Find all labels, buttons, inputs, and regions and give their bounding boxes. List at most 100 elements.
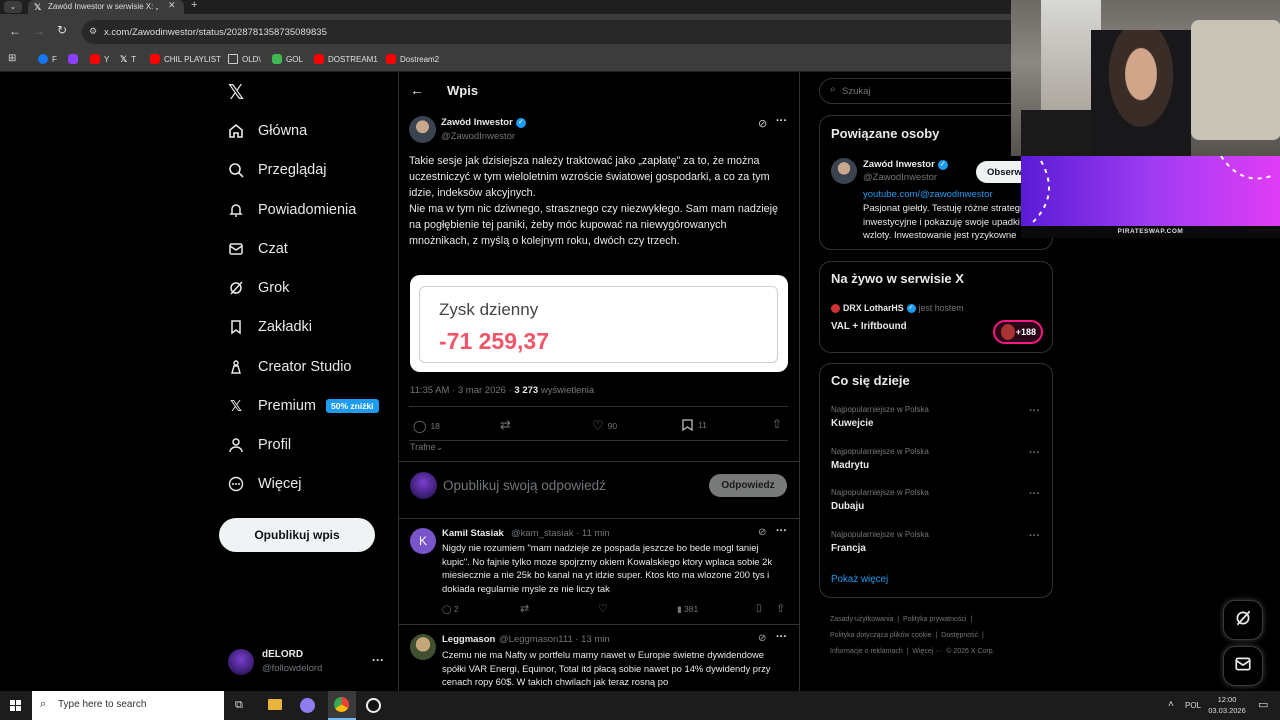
author-name[interactable]: Zawód Inwestor ✓ [441, 117, 526, 128]
back-arrow-icon[interactable]: ← [410, 82, 424, 98]
like-action[interactable]: ♡ 90 [592, 418, 617, 434]
live-listeners-badge[interactable]: +188 [993, 320, 1043, 344]
taskbar-search[interactable]: ⌕ Type here to search [32, 691, 224, 720]
more-dots-icon[interactable]: ··· [1029, 488, 1040, 500]
language-indicator[interactable]: POL [1185, 701, 1201, 710]
reply-action[interactable]: ◯ 18 [413, 419, 440, 433]
footer-link[interactable]: Polityka dotycząca plików cookie [830, 632, 932, 639]
trend-item[interactable]: Najpopularniejsze w Polska Francja ··· [820, 529, 1052, 563]
task-view-icon[interactable]: ⧉ [235, 699, 243, 712]
more-dots-icon[interactable]: ··· [776, 115, 787, 127]
repost-icon[interactable]: ⇄ [520, 602, 529, 615]
x-logo-icon[interactable]: 𝕏 [228, 80, 244, 105]
back-arrow-icon[interactable]: ← [9, 24, 21, 38]
tray-chevron-icon[interactable]: ˄ [1168, 699, 1174, 710]
more-dots-icon[interactable]: ··· [776, 631, 787, 643]
nav-more[interactable]: Więcej [228, 476, 302, 492]
account-switcher[interactable]: dELORD @followdelord ··· [228, 647, 388, 677]
bookmark-old[interactable]: OLD\ [228, 54, 261, 64]
bookmark-twitch[interactable] [68, 54, 78, 64]
reload-icon[interactable]: ↻ [57, 23, 67, 37]
more-dots-icon[interactable]: ··· [776, 525, 787, 537]
comment-avatar[interactable]: K [410, 528, 436, 554]
footer-link[interactable]: Polityka prywatności [903, 616, 966, 623]
nav-chat[interactable]: Czat [228, 241, 288, 257]
url-bar[interactable]: ⚙ x.com/Zawodinwestor/status/20287813587… [82, 20, 1022, 44]
tab-close-icon[interactable]: ✕ [168, 0, 176, 11]
footer-link[interactable]: Więcej ··· [912, 648, 942, 655]
footer-link[interactable]: Zasady użytkowania [830, 616, 893, 623]
nav-profile[interactable]: Profil [228, 437, 291, 453]
footer-link[interactable]: Informacje o reklamach [830, 648, 903, 655]
share-icon[interactable]: ⇧ [776, 602, 785, 615]
nav-grok[interactable]: Grok [228, 280, 289, 296]
comment-item[interactable]: K Kamil Stasiak @kam_stasiak · 11 min ⊘ … [399, 519, 799, 623]
nav-explore[interactable]: Przeglądaj [228, 162, 327, 178]
bookmark-dostream1[interactable]: DOSTREAM1 [314, 54, 378, 64]
grok-icon [228, 280, 244, 296]
more-dots-icon[interactable]: ··· [1029, 405, 1040, 417]
trend-item[interactable]: Najpopularniejsze w Polska Dubaju ··· [820, 487, 1052, 521]
messages-float-button[interactable] [1223, 646, 1263, 686]
bookmark-y[interactable]: Y [90, 54, 109, 64]
bookmark-gol[interactable]: GOL [272, 54, 303, 64]
site-info-icon[interactable]: ⚙ [89, 26, 97, 37]
heart-icon[interactable]: ♡ [598, 602, 608, 615]
browser-tab-active[interactable]: 𝕏 Zawód Inwestor w serwisie X: „ [28, 0, 184, 14]
nav-notifications[interactable]: Powiadomienia [228, 202, 356, 218]
nav-creator-studio[interactable]: Creator Studio [228, 359, 352, 375]
live-space-title[interactable]: VAL + Iriftbound [831, 321, 907, 332]
bookmark-icon[interactable]: ▯ [756, 603, 762, 614]
author-avatar[interactable] [409, 116, 436, 143]
reply-button[interactable]: Odpowiedz [709, 474, 787, 497]
app-icon[interactable] [366, 698, 381, 713]
new-tab-button[interactable]: + [191, 0, 197, 11]
comment-author[interactable]: Leggmason [442, 634, 495, 645]
file-explorer-icon[interactable] [268, 699, 282, 710]
post-button[interactable]: Opublikuj wpis [219, 518, 375, 552]
forward-arrow-icon[interactable]: → [33, 24, 45, 38]
grok-float-button[interactable] [1223, 600, 1263, 640]
post-image[interactable]: Zysk dzienny -71 259,37 [410, 275, 788, 372]
views-action[interactable]: ▮ 381 [677, 604, 698, 615]
comment-author[interactable]: Kamil Stasiak [442, 528, 504, 539]
related-avatar[interactable] [831, 158, 857, 184]
show-more-link[interactable]: Pokaż więcej [831, 574, 888, 585]
share-icon[interactable]: ⇧ [772, 417, 782, 431]
live-host-row[interactable]: DRX LotharHS ✓ jest hostem [831, 303, 964, 313]
grok-icon[interactable]: ⊘ [758, 633, 766, 644]
bookmark-chil-playlist[interactable]: CHIL PLAYLIST [150, 54, 221, 64]
nav-bookmarks[interactable]: Zakładki [228, 319, 312, 335]
apps-grid-icon[interactable]: ⊞ [8, 53, 16, 64]
trend-item[interactable]: Najpopularniejsze w Polska Kuwejcie ··· [820, 403, 1052, 437]
grok-icon[interactable]: ⊘ [758, 527, 766, 538]
repost-icon[interactable]: ⇄ [500, 417, 511, 433]
more-dots-icon[interactable]: ··· [1029, 530, 1040, 542]
more-dots-icon[interactable]: ··· [372, 653, 384, 667]
trend-item[interactable]: Najpopularniejsze w Polska Madrytu ··· [820, 445, 1052, 479]
nav-premium[interactable]: 𝕏 Premium 50% zniżki [228, 398, 379, 415]
sort-dropdown[interactable]: Trafne⌄ [410, 442, 443, 453]
windows-start-icon[interactable] [10, 700, 21, 711]
author-handle[interactable]: @ZawodInwestor [441, 131, 515, 142]
bookmark-f[interactable]: F [38, 54, 57, 64]
bookmark-t[interactable]: 𝕏T [120, 54, 136, 65]
related-link[interactable]: youtube.com/@zawodinwestor [863, 189, 993, 200]
reply-input[interactable]: Opublikuj swoją odpowiedź [443, 478, 606, 493]
twitch-icon [68, 54, 78, 64]
tab-search-button[interactable]: ⌄ [4, 1, 22, 13]
notifications-icon[interactable]: ▭ [1258, 698, 1268, 711]
related-name[interactable]: Zawód Inwestor ✓ [863, 159, 948, 170]
footer-link[interactable]: Dostępność [941, 632, 978, 639]
comment-avatar[interactable] [410, 634, 436, 660]
nav-home[interactable]: Główna [228, 123, 307, 139]
chrome-icon[interactable] [328, 691, 356, 720]
more-dots-icon[interactable]: ··· [1029, 447, 1040, 459]
reply-action[interactable]: ◯ 2 [442, 604, 459, 615]
comment-item[interactable]: Leggmason @Leggmason111 · 13 min ⊘ ··· C… [399, 625, 799, 691]
grok-icon[interactable]: ⊘ [758, 117, 767, 130]
bookmark-action[interactable]: 11 [682, 419, 707, 431]
bookmark-dostream2[interactable]: Dostream2 [386, 54, 439, 64]
app-icon[interactable] [300, 698, 315, 713]
clock[interactable]: 12:00 03.03.2026 [1205, 694, 1249, 716]
